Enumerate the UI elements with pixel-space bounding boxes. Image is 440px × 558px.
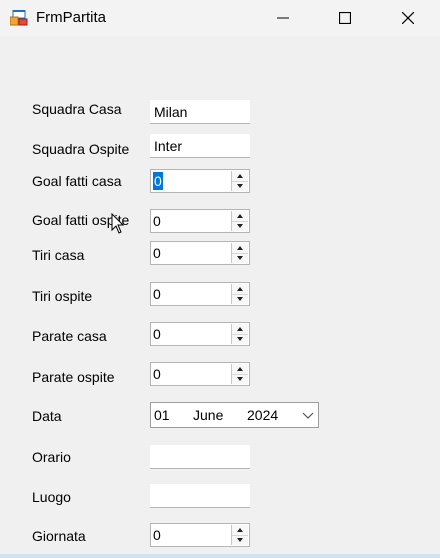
spin-down-button[interactable] [232, 535, 248, 545]
arrow-down-icon [237, 224, 243, 228]
date-month[interactable]: June [193, 407, 223, 423]
tiri-ospite-label: Tiri ospite [32, 288, 93, 304]
arrow-down-icon [237, 184, 243, 188]
window-title: FrmPartita [36, 9, 107, 26]
arrow-down-icon [237, 337, 243, 341]
goal-ospite-value[interactable]: 0 [153, 212, 161, 230]
form-client-area: Squadra Casa Milan Squadra Ospite Inter … [2, 36, 438, 554]
parate-casa-label: Parate casa [32, 328, 107, 344]
luogo-input[interactable] [150, 484, 250, 508]
data-label: Data [32, 408, 62, 424]
arrow-down-icon [237, 256, 243, 260]
giornata-spinner[interactable] [231, 525, 248, 545]
giornata-label: Giornata [32, 528, 86, 544]
date-picker[interactable]: 01 June 2024 [150, 402, 319, 428]
parate-casa-value[interactable]: 0 [153, 325, 161, 343]
parate-ospite-spinner[interactable] [231, 364, 248, 384]
arrow-up-icon [237, 528, 243, 532]
tiri-casa-stepper[interactable]: 0 [150, 241, 250, 265]
goal-casa-stepper[interactable]: 0 [150, 169, 250, 193]
window-bottom-edge [0, 554, 440, 558]
app-form-icon [10, 10, 28, 26]
luogo-label: Luogo [32, 489, 71, 505]
close-button[interactable] [385, 0, 431, 36]
tiri-casa-label: Tiri casa [32, 247, 85, 263]
goal-casa-value[interactable]: 0 [153, 172, 163, 190]
parate-ospite-label: Parate ospite [32, 369, 115, 385]
goal-ospite-stepper[interactable]: 0 [150, 209, 250, 233]
goal-casa-label: Goal fatti casa [32, 173, 122, 189]
arrow-up-icon [237, 246, 243, 250]
parate-ospite-value[interactable]: 0 [153, 365, 161, 383]
arrow-up-icon [237, 367, 243, 371]
spin-down-button[interactable] [232, 294, 248, 304]
spin-down-button[interactable] [232, 334, 248, 344]
squadra-casa-label: Squadra Casa [32, 101, 122, 117]
minimize-icon [277, 17, 289, 19]
maximize-button[interactable] [322, 0, 368, 36]
spin-down-button[interactable] [232, 253, 248, 263]
goal-casa-spinner[interactable] [231, 171, 248, 191]
orario-input[interactable] [150, 445, 250, 469]
tiri-casa-value[interactable]: 0 [153, 244, 161, 262]
arrow-up-icon [237, 214, 243, 218]
arrow-down-icon [237, 297, 243, 301]
close-icon [402, 12, 414, 24]
spin-down-button[interactable] [232, 374, 248, 384]
squadra-ospite-label: Squadra Ospite [32, 141, 130, 157]
tiri-casa-spinner[interactable] [231, 243, 248, 263]
date-year[interactable]: 2024 [247, 407, 278, 423]
giornata-value[interactable]: 0 [153, 526, 161, 544]
orario-label: Orario [32, 449, 71, 465]
title-bar[interactable]: FrmPartita [0, 0, 440, 36]
arrow-up-icon [237, 287, 243, 291]
tiri-ospite-spinner[interactable] [231, 284, 248, 304]
tiri-ospite-value[interactable]: 0 [153, 285, 161, 303]
mouse-cursor-icon [111, 213, 125, 234]
arrow-down-icon [237, 538, 243, 542]
squadra-casa-input[interactable]: Milan [150, 100, 250, 124]
minimize-button[interactable] [260, 0, 306, 36]
tiri-ospite-stepper[interactable]: 0 [150, 282, 250, 306]
parate-casa-spinner[interactable] [231, 324, 248, 344]
date-day[interactable]: 01 [154, 407, 170, 423]
arrow-up-icon [237, 327, 243, 331]
giornata-stepper[interactable]: 0 [150, 523, 250, 547]
parate-casa-stepper[interactable]: 0 [150, 322, 250, 346]
maximize-icon [339, 12, 351, 24]
spin-down-button[interactable] [232, 181, 248, 191]
parate-ospite-stepper[interactable]: 0 [150, 362, 250, 386]
goal-ospite-spinner[interactable] [231, 211, 248, 231]
arrow-down-icon [237, 377, 243, 381]
squadra-ospite-input[interactable]: Inter [150, 134, 250, 158]
chevron-down-icon[interactable] [302, 409, 314, 421]
arrow-up-icon [237, 174, 243, 178]
spin-down-button[interactable] [232, 221, 248, 231]
